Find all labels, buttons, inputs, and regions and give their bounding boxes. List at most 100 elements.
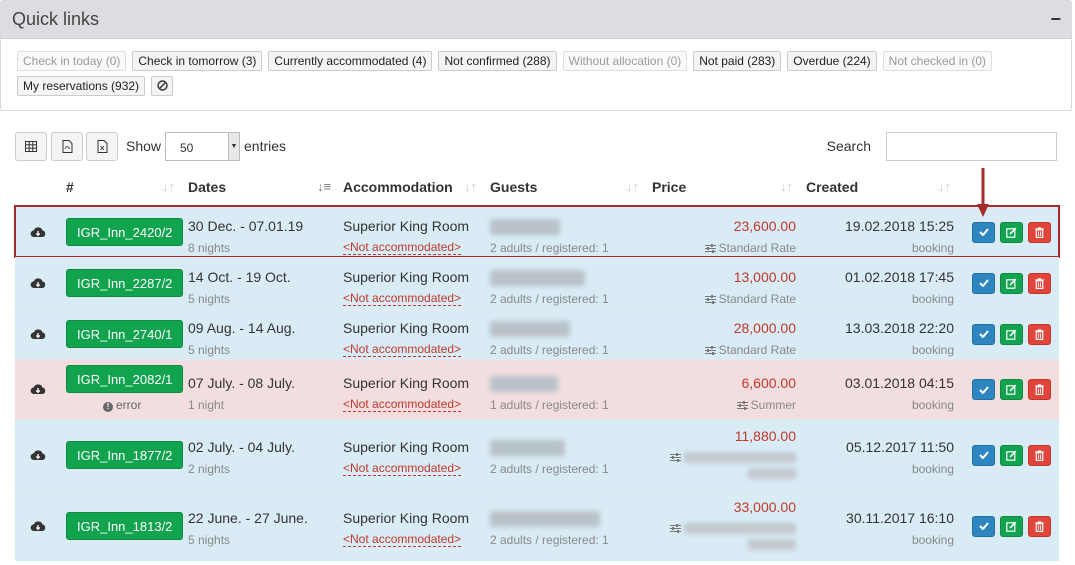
clear-filter-button[interactable] (151, 76, 174, 96)
booking-source: booking (911, 398, 954, 412)
header-price[interactable]: Price (652, 179, 686, 195)
delete-button[interactable] (1028, 272, 1051, 294)
confirm-button[interactable] (972, 272, 995, 294)
reservation-id-button[interactable]: IGR_Inn_1877/2 (66, 440, 184, 469)
delete-button[interactable] (1028, 444, 1051, 466)
guest-info: 2 adults / registered: 1 (490, 240, 609, 255)
cloud-download-icon[interactable] (30, 449, 46, 463)
reservation-id-button[interactable]: IGR_Inn_1813/2 (66, 511, 184, 540)
guest-name-redacted (490, 439, 565, 456)
check-icon (978, 385, 989, 394)
quick-link-button[interactable]: Overdue (224) (787, 51, 877, 71)
edit-button[interactable] (1000, 221, 1023, 243)
entries-select[interactable]: 50 ▼ (165, 132, 240, 161)
sort-desc-icon[interactable]: ↓≡ (317, 179, 331, 194)
quick-link-button[interactable]: My reservations (932) (17, 76, 146, 96)
reservation-id-button[interactable]: IGR_Inn_2420/2 (66, 217, 184, 246)
confirm-button[interactable] (972, 221, 995, 243)
rate-label: Standard Rate (718, 291, 796, 306)
sort-icon[interactable]: ↓↑ (464, 179, 477, 194)
quick-link-button[interactable]: Not checked in (0) (882, 51, 993, 71)
export-excel-button[interactable] (86, 132, 118, 161)
rate-label: Standard Rate (718, 342, 796, 357)
delete-button[interactable] (1028, 515, 1051, 537)
header-dates[interactable]: Dates (188, 179, 226, 195)
trash-icon (1035, 226, 1044, 238)
confirm-button[interactable] (972, 444, 995, 466)
accommodation-status-link[interactable]: <Not accommodated> (343, 291, 462, 306)
search-input[interactable] (886, 132, 1057, 161)
cloud-download-icon[interactable] (30, 383, 46, 397)
accommodation-status-link[interactable]: <Not accommodated> (343, 532, 462, 547)
quick-links-row: Check in today (0) Check in tomorrow (3) C… (17, 51, 1057, 71)
reservation-id-button[interactable]: IGR_Inn_2082/1 (66, 365, 184, 393)
quick-links-header: Quick links − (1, 1, 1071, 39)
header-accommodation[interactable]: Accommodation (343, 179, 453, 195)
quick-link-button[interactable]: Without allocation (0) (562, 51, 688, 71)
check-icon (978, 451, 989, 459)
quick-link-button[interactable]: Not paid (283) (693, 51, 782, 71)
accommodation-status-link[interactable]: <Not accommodated> (343, 461, 462, 476)
header-guests[interactable]: Guests (490, 179, 537, 195)
trash-icon (1035, 520, 1044, 532)
rate-label: Summer (750, 398, 796, 412)
header-created[interactable]: Created (806, 179, 858, 195)
created-date: 03.01.2018 04:15 (845, 375, 954, 391)
created-date: 13.03.2018 22:20 (845, 319, 954, 336)
sort-icon[interactable]: ↓↑ (162, 179, 175, 194)
edit-button[interactable] (1000, 379, 1023, 400)
table-view-button[interactable] (15, 132, 47, 161)
table-icon (25, 141, 37, 152)
confirm-button[interactable] (972, 379, 995, 400)
edit-button[interactable] (1000, 323, 1023, 345)
rate-name: Standard Rate (704, 241, 796, 255)
cloud-download-icon[interactable] (30, 277, 46, 291)
show-label: Show (126, 138, 162, 154)
trash-icon (1035, 449, 1044, 461)
check-icon (978, 228, 989, 236)
cloud-download-icon[interactable] (30, 328, 46, 342)
delete-button[interactable] (1028, 323, 1051, 345)
dates-range: 02 July. - 04 July. (188, 438, 295, 455)
quick-link-button[interactable]: Not confirmed (288) (438, 51, 557, 71)
cloud-download-icon[interactable] (30, 520, 46, 534)
table-row[interactable]: IGR_Inn_2082/1! error 07 July. - 08 July. 1… (15, 359, 1059, 419)
cloud-download-icon[interactable] (30, 226, 46, 240)
export-pdf-button[interactable] (51, 132, 83, 161)
created-date: 19.02.2018 15:25 (845, 217, 954, 234)
edit-icon (1006, 227, 1017, 238)
header-number[interactable]: # (66, 179, 74, 195)
delete-button[interactable] (1028, 379, 1051, 400)
sort-icon[interactable]: ↓↑ (626, 179, 639, 194)
edit-button[interactable] (1000, 515, 1023, 537)
table-row[interactable]: IGR_Inn_2420/2 30 Dec. - 07.01.19 8 nights… (14, 205, 1060, 258)
edit-button[interactable] (1000, 272, 1023, 294)
table-row[interactable]: IGR_Inn_2740/1 09 Aug. - 14 Aug. 5 nights S… (15, 308, 1059, 359)
info-circle-icon: ! (103, 402, 113, 412)
sort-icon[interactable]: ↓↑ (780, 179, 793, 194)
quick-link-button[interactable]: Check in today (0) (17, 51, 127, 71)
guest-name-redacted (490, 218, 560, 235)
collapse-icon[interactable]: − (1050, 9, 1061, 30)
edit-button[interactable] (1000, 444, 1023, 466)
table-row[interactable]: IGR_Inn_1877/2 02 July. - 04 July. 2 night… (15, 419, 1059, 490)
accommodation-status-link[interactable]: <Not accommodated> (343, 398, 462, 412)
reservation-id-button[interactable]: IGR_Inn_2740/1 (66, 319, 184, 348)
accommodation-status-link[interactable]: <Not accommodated> (343, 240, 462, 255)
guest-name-redacted (490, 269, 585, 286)
table-row[interactable]: IGR_Inn_2287/2 14 Oct. - 19 Oct. 5 nights S… (15, 257, 1059, 308)
confirm-button[interactable] (972, 323, 995, 345)
quick-link-button[interactable]: Check in tomorrow (3) (132, 51, 263, 71)
check-icon (978, 330, 989, 338)
trash-icon (1035, 384, 1044, 395)
accommodation-status-link[interactable]: <Not accommodated> (343, 342, 462, 357)
confirm-button[interactable] (972, 515, 995, 537)
quick-link-button[interactable]: Currently accommodated (4) (268, 51, 433, 71)
sliders-icon (736, 401, 748, 410)
rate-name: Summer (736, 398, 796, 412)
booking-source: booking (911, 461, 954, 476)
delete-button[interactable] (1028, 221, 1051, 243)
table-row[interactable]: IGR_Inn_1813/2 22 June. - 27 June. 5 night… (15, 490, 1059, 561)
reservation-id-button[interactable]: IGR_Inn_2287/2 (66, 268, 184, 297)
sort-icon[interactable]: ↓↑ (938, 179, 951, 194)
